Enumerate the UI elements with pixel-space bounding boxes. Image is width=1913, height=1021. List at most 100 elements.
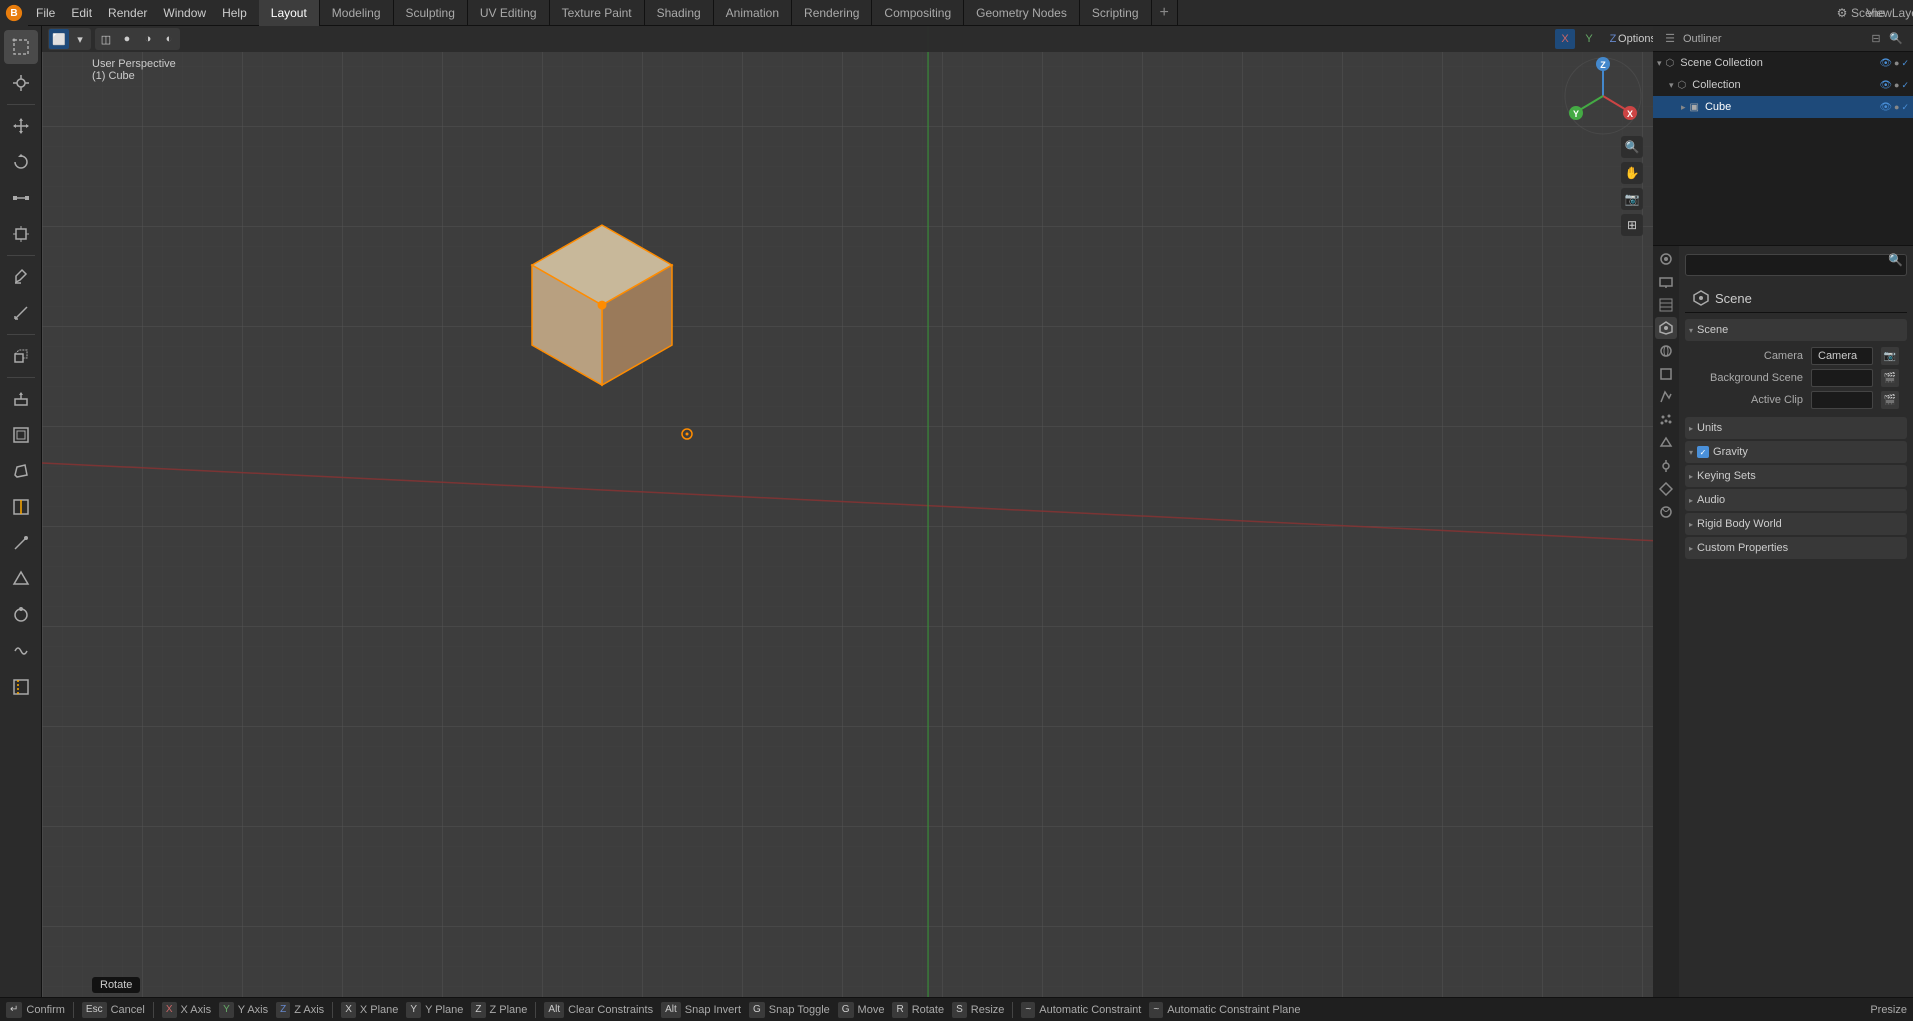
props-tab-object[interactable] [1655,363,1677,385]
outliner-collection[interactable]: ▾ ⬡ Collection 👁 ● ✓ [1653,74,1913,96]
tool-transform[interactable] [4,217,38,251]
tool-bevel[interactable] [4,454,38,488]
cube-object[interactable] [502,215,702,418]
menu-file[interactable]: File [28,0,63,26]
axis-gizmo[interactable]: Z X Y [1563,56,1643,136]
material-preview-btn[interactable]: ◑ [138,29,158,49]
rt-key: R [892,1002,907,1018]
tool-select-box[interactable] [4,30,38,64]
tab-shading[interactable]: Shading [645,0,714,26]
audio-section-header[interactable]: ▸ Audio [1685,489,1907,511]
viewport-3d[interactable]: ⬜ ▾ ◫ ● ◑ ◐ X Y Z Options User Perspecti… [42,26,1653,997]
view-layer-selector[interactable]: ViewLayer [1883,2,1905,24]
view-search-btn[interactable]: 🔍 [1621,136,1643,158]
menu-edit[interactable]: Edit [63,0,100,26]
tab-uv-editing[interactable]: UV Editing [468,0,550,26]
camera-value[interactable]: Camera [1811,347,1873,365]
scene-collection-camera[interactable]: ● [1894,58,1899,68]
collection-camera[interactable]: ● [1894,80,1899,90]
view-camera-btn[interactable]: 📷 [1621,188,1643,210]
cube-check[interactable]: ✓ [1901,102,1909,113]
scene-collection-check[interactable]: ✓ [1901,58,1909,69]
wireframe-btn[interactable]: ◫ [96,29,116,49]
rendered-btn[interactable]: ◐ [159,29,179,49]
tool-loop-cut[interactable] [4,490,38,524]
menu-render[interactable]: Render [100,0,155,26]
tool-extrude[interactable] [4,382,38,416]
z-axis-label: Z Axis [294,1004,324,1016]
tool-annotate[interactable] [4,260,38,294]
tool-add-cube[interactable] [4,339,38,373]
tool-edge-slide[interactable] [4,670,38,704]
rigid-body-world-header[interactable]: ▸ Rigid Body World [1685,513,1907,535]
props-tab-output[interactable] [1655,271,1677,293]
background-scene-value[interactable] [1811,369,1873,387]
menu-help[interactable]: Help [214,0,255,26]
options-btn[interactable]: Options [1627,29,1647,49]
tool-cursor[interactable] [4,66,38,100]
mode-selector[interactable]: ⬜ ▾ [48,28,91,50]
tab-compositing[interactable]: Compositing [872,0,964,26]
ac-key: ~ [1021,1002,1035,1018]
engine-selector[interactable]: ⚙ [1831,2,1853,24]
camera-select-btn[interactable]: 📷 [1881,347,1899,365]
keying-sets-header[interactable]: ▸ Keying Sets [1685,465,1907,487]
tool-poly-build[interactable] [4,562,38,596]
outliner-search-btn[interactable]: 🔍 [1887,30,1905,48]
props-tab-material[interactable] [1655,501,1677,523]
tool-smooth[interactable] [4,634,38,668]
mode-dropdown[interactable]: ▾ [70,29,90,49]
tab-texture-paint[interactable]: Texture Paint [550,0,645,26]
tab-animation[interactable]: Animation [714,0,792,26]
tool-scale[interactable] [4,181,38,215]
tab-geometry-nodes[interactable]: Geometry Nodes [964,0,1080,26]
x-axis-indicator[interactable]: X [1555,29,1575,49]
solid-btn[interactable]: ● [117,29,137,49]
tab-sculpting[interactable]: Sculpting [394,0,468,26]
menu-window[interactable]: Window [155,0,214,26]
props-tab-scene[interactable] [1655,317,1677,339]
tool-inset[interactable] [4,418,38,452]
props-tab-physics[interactable] [1655,432,1677,454]
bg-scene-select-btn[interactable]: 🎬 [1881,369,1899,387]
blender-logo: B [0,0,28,26]
tab-layout[interactable]: Layout [259,0,320,26]
outliner-filter-btn[interactable]: ⊟ [1867,30,1885,48]
tab-modeling[interactable]: Modeling [320,0,394,26]
active-clip-value[interactable] [1811,391,1873,409]
tab-scripting[interactable]: Scripting [1080,0,1152,26]
tool-measure[interactable] [4,296,38,330]
y-axis-indicator[interactable]: Y [1579,29,1599,49]
props-tab-modifiers[interactable] [1655,386,1677,408]
tool-rotate[interactable] [4,145,38,179]
tool-knife[interactable] [4,526,38,560]
custom-props-header[interactable]: ▸ Custom Properties [1685,537,1907,559]
view-grab-btn[interactable]: ✋ [1621,162,1643,184]
props-tab-render[interactable] [1655,248,1677,270]
props-tab-particles[interactable] [1655,409,1677,431]
view-grid-btn[interactable]: ⊞ [1621,214,1643,236]
active-clip-select-btn[interactable]: 🎬 [1881,391,1899,409]
outliner-cube[interactable]: ▸ ▣ Cube 👁 ● ✓ [1653,96,1913,118]
outliner-scene-collection[interactable]: ▾ ⬡ Scene Collection 👁 ● ✓ [1653,52,1913,74]
props-tab-data[interactable] [1655,478,1677,500]
props-tab-view-layer[interactable] [1655,294,1677,316]
props-tab-world[interactable] [1655,340,1677,362]
tool-spin[interactable] [4,598,38,632]
tab-rendering[interactable]: Rendering [792,0,872,26]
gravity-section-header[interactable]: ▾ ✓ Gravity [1685,441,1907,463]
gravity-checkbox[interactable]: ✓ [1697,446,1709,458]
scene-collection-eye[interactable]: 👁 [1879,58,1892,69]
props-tab-constraints[interactable] [1655,455,1677,477]
cube-camera[interactable]: ● [1894,102,1899,112]
units-section-header[interactable]: ▸ Units [1685,417,1907,439]
object-mode-icon[interactable]: ⬜ [49,29,69,49]
scene-section-header[interactable]: ▾ Scene [1685,319,1907,341]
cube-eye[interactable]: 👁 [1879,102,1892,113]
outliner-menu-btn[interactable]: ☰ [1661,30,1679,48]
collection-eye[interactable]: 👁 [1879,80,1892,91]
props-search-input[interactable] [1685,254,1907,276]
add-workspace-tab[interactable]: + [1152,0,1178,26]
tool-move[interactable] [4,109,38,143]
collection-check[interactable]: ✓ [1901,80,1909,91]
